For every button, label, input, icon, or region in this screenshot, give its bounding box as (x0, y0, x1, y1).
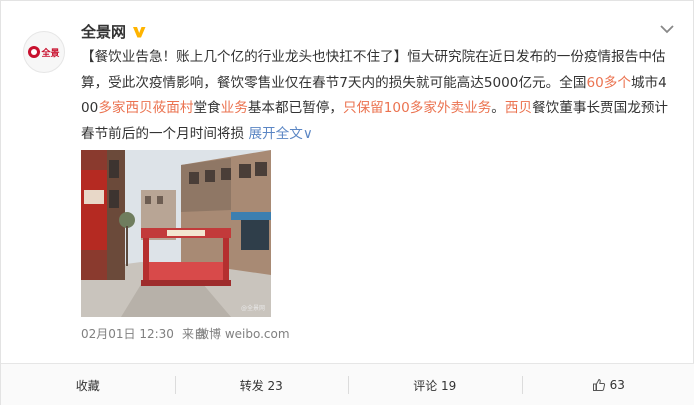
text-seg: 基本都已暂停， (247, 100, 343, 116)
text-link[interactable]: 只保留100多家外卖业务 (343, 100, 491, 116)
favorite-button[interactable]: 收藏 (1, 364, 175, 405)
text-link[interactable]: 多家西贝莜面村 (98, 100, 193, 116)
expand-chevron-icon[interactable]: ∨ (303, 126, 313, 142)
repost-button[interactable]: 转发 23 (174, 364, 349, 405)
post-meta: 02月01日 12:30 来自 (81, 325, 206, 342)
post-source[interactable]: 微博 weibo.com (197, 325, 290, 342)
post-text: 【餐饮业告急！账上几个亿的行业龙头也快扛不住了】恒大研究院在近日发布的一份疫情报… (81, 45, 675, 147)
comment-label: 评论 19 (413, 378, 457, 393)
author-row: 全景网 (81, 21, 147, 42)
repost-label: 转发 23 (239, 378, 283, 393)
avatar[interactable]: 全景 (23, 31, 65, 73)
image-watermark: @全景网 (240, 305, 265, 312)
verified-v-icon (133, 26, 146, 37)
street-scene-image (81, 150, 271, 317)
chevron-down-icon[interactable] (659, 23, 675, 35)
text-link[interactable]: 60多个 (586, 75, 631, 91)
text-link[interactable]: 西贝 (505, 100, 532, 116)
post-image[interactable]: @全景网 (81, 150, 271, 317)
text-seg: 。 (491, 100, 505, 116)
quanjing-logo: 全景 (28, 46, 60, 59)
text-link[interactable]: 业务 (221, 100, 248, 116)
thumbs-up-icon (592, 378, 605, 391)
post-source-wrap: 微博 weibo.com (197, 325, 290, 342)
like-button[interactable]: 63 (521, 364, 694, 405)
expand-full-text-link[interactable]: 展开全文 (248, 126, 302, 142)
author-name[interactable]: 全景网 (81, 21, 126, 42)
like-count: 63 (609, 378, 625, 392)
weibo-post-card: 全景 全景网 【餐饮业告急！账上几个亿的行业龙头也快扛不住了】恒大研究院在近日发… (0, 0, 694, 405)
logo-text: 全景 (41, 48, 60, 59)
favorite-label: 收藏 (75, 378, 100, 393)
text-seg: 堂食 (193, 100, 221, 116)
post-timestamp[interactable]: 02月01日 12:30 (81, 325, 174, 342)
comment-button[interactable]: 评论 19 (348, 364, 522, 405)
logo-mark-icon (28, 46, 41, 58)
action-bar: 收藏 转发 23 评论 19 63 (1, 363, 694, 405)
text-seg: 【餐饮业告急！账上几个亿的行业龙头也快扛不住了】恒大研究院在近日发布的一份疫情报… (81, 49, 666, 91)
